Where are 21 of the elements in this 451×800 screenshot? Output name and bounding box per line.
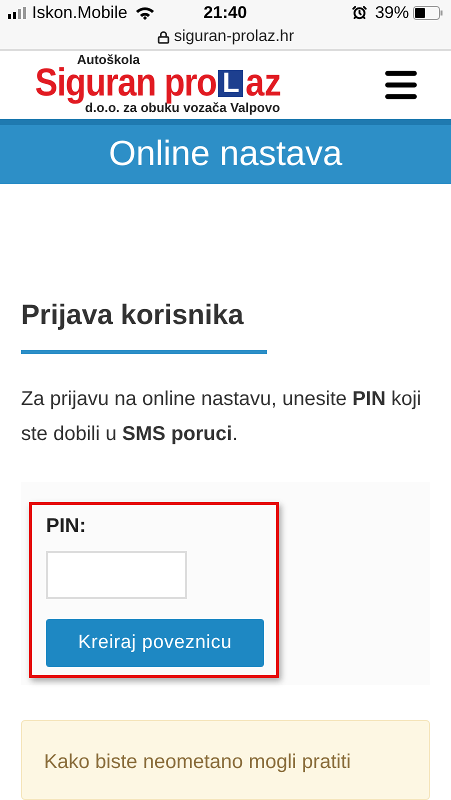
intro-paragraph: Za prijavu na online nastavu, unesite PIN koji ste dobili u SMS poruci. bbox=[21, 387, 422, 447]
notice-text: Kako biste neometano mogli pratiti bbox=[44, 751, 351, 773]
signal-icon bbox=[8, 6, 28, 19]
pin-label: PIN: bbox=[46, 514, 87, 539]
lock-icon bbox=[156, 30, 170, 44]
clock-time: 21:40 bbox=[203, 2, 247, 24]
carrier-name: Iskon.Mobile bbox=[32, 2, 128, 24]
address-bar[interactable]: siguran-prolaz.hr bbox=[0, 26, 451, 50]
alarm-icon bbox=[352, 5, 367, 20]
wifi-icon bbox=[135, 6, 156, 20]
logo-wordmark: Siguran pro bbox=[35, 64, 216, 103]
create-link-button[interactable]: Kreiraj poveznicu bbox=[46, 619, 264, 667]
logo-letter: L bbox=[218, 70, 244, 97]
banner-title: Online nastava bbox=[108, 133, 342, 176]
battery-percent: 39% bbox=[374, 2, 409, 24]
section-heading: Prijava korisnika bbox=[21, 298, 245, 332]
logo-wordmark: az bbox=[245, 64, 282, 103]
logo-text: Autoškola bbox=[77, 53, 140, 66]
battery-icon bbox=[413, 6, 443, 20]
url-text: siguran-prolaz.hr bbox=[174, 27, 294, 47]
pin-field[interactable] bbox=[46, 551, 187, 599]
